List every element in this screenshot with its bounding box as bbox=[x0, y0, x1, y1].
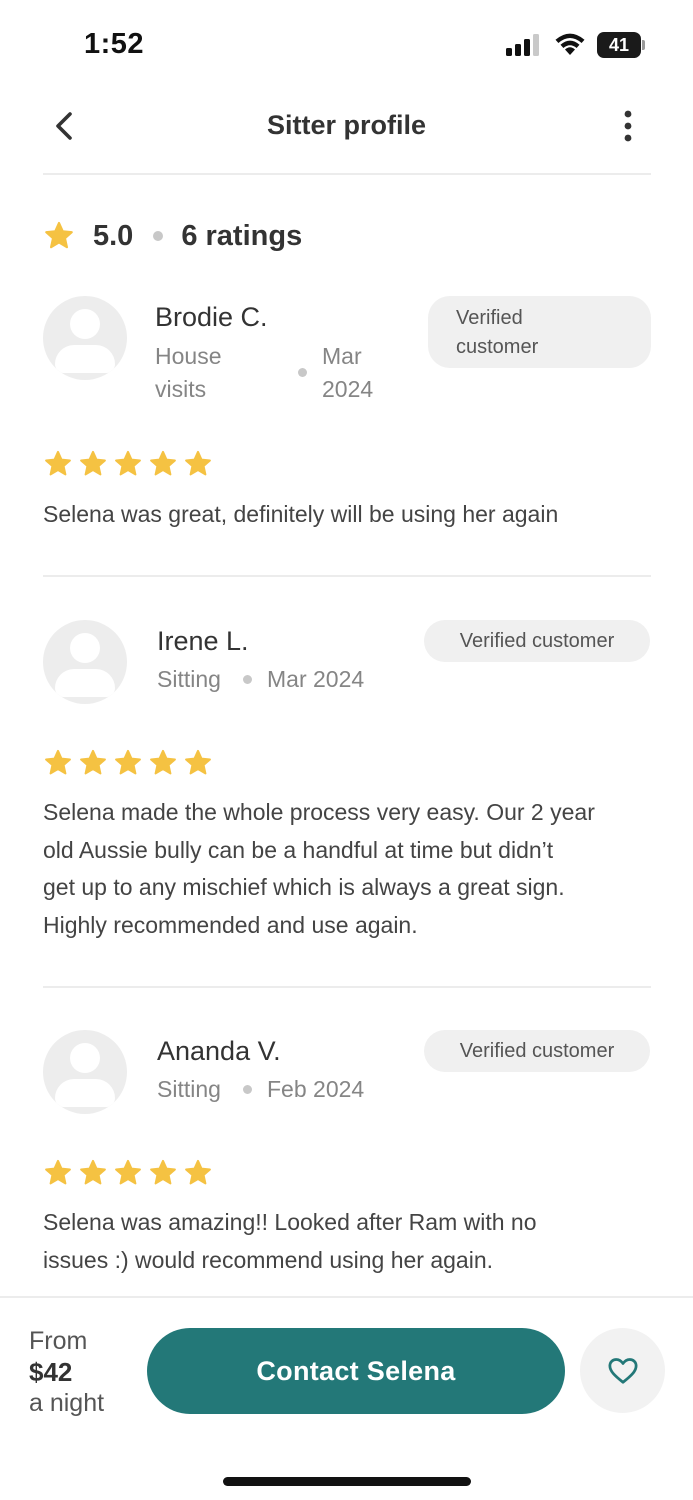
star-icon bbox=[45, 1159, 71, 1185]
review-divider bbox=[43, 575, 651, 577]
review-text-line: issues :) would recommend using her agai… bbox=[43, 1246, 494, 1273]
reviewer-name: Ananda V. bbox=[157, 1036, 281, 1066]
review-text-line: old Aussie bully can be a handful at tim… bbox=[43, 836, 554, 863]
review-text-line: Selena made the whole process very easy.… bbox=[43, 799, 595, 825]
avatar bbox=[43, 1030, 127, 1114]
star-icon bbox=[185, 749, 211, 775]
separator-dot bbox=[298, 368, 307, 377]
review-date: Mar 2024 bbox=[322, 340, 373, 406]
review-text-line: Highly recommended and use again. bbox=[43, 911, 418, 938]
price-unit: a night bbox=[29, 1389, 105, 1417]
badge-line: customer bbox=[456, 336, 539, 358]
review-service-line: visits bbox=[155, 376, 207, 402]
star-icon bbox=[150, 749, 176, 775]
review-text: Selena made the whole process very easy.… bbox=[43, 794, 651, 944]
star-icon bbox=[115, 1159, 141, 1185]
review-card: Irene L. Sitting Mar 2024 Verified custo… bbox=[43, 620, 651, 988]
review-stars bbox=[43, 450, 213, 478]
review-date: Mar 2024 bbox=[267, 666, 365, 692]
review-service-line: House bbox=[155, 343, 222, 369]
separator-dot bbox=[243, 675, 252, 684]
home-indicator[interactable] bbox=[223, 1477, 471, 1486]
heart-icon bbox=[608, 1357, 637, 1384]
review-date-line: Mar bbox=[322, 343, 362, 369]
review-text: Selena was amazing!! Looked after Ram wi… bbox=[43, 1204, 651, 1279]
price-from: From bbox=[29, 1327, 88, 1355]
header-divider bbox=[43, 173, 651, 175]
badge-line: Verified bbox=[456, 307, 523, 329]
separator-dot bbox=[153, 231, 164, 241]
star-icon bbox=[115, 450, 141, 476]
reviewer-name: Brodie C. bbox=[155, 302, 268, 332]
rating-summary: 5.0 6 ratings bbox=[43, 214, 302, 258]
review-stars bbox=[43, 1159, 213, 1187]
review-service: Sitting bbox=[157, 1076, 221, 1102]
favorite-button[interactable] bbox=[580, 1328, 665, 1413]
star-icon bbox=[80, 1159, 106, 1185]
contact-button[interactable]: Contact Selena bbox=[147, 1328, 565, 1414]
price-amount: $42 bbox=[29, 1357, 73, 1387]
rating-value: 5.0 bbox=[93, 219, 134, 252]
verified-badge: Verified customer bbox=[428, 296, 651, 368]
more-vertical-icon bbox=[624, 110, 632, 142]
review-date-line: 2024 bbox=[322, 376, 374, 402]
review-service: Sitting bbox=[157, 666, 221, 692]
star-icon bbox=[185, 1159, 211, 1185]
review-card: Brodie C. House visits Mar 2024 Verified… bbox=[43, 296, 651, 577]
review-text-line: Selena was amazing!! Looked after Ram wi… bbox=[43, 1209, 537, 1235]
verified-badge: Verified customer bbox=[424, 620, 650, 662]
cellular-signal-icon bbox=[506, 34, 542, 61]
review-stars bbox=[43, 749, 213, 777]
battery-icon: 41 bbox=[597, 32, 645, 58]
more-options-button[interactable] bbox=[610, 106, 646, 146]
status-time: 1:52 bbox=[84, 28, 145, 60]
star-icon bbox=[150, 1159, 176, 1185]
battery-level: 41 bbox=[608, 35, 630, 55]
status-bar: 1:52 41 bbox=[0, 0, 693, 92]
review-text: Selena was great, definitely will be usi… bbox=[43, 501, 559, 527]
star-icon bbox=[80, 450, 106, 476]
separator-dot bbox=[243, 1085, 252, 1094]
star-icon bbox=[115, 749, 141, 775]
avatar bbox=[43, 296, 127, 380]
bottom-action-bar: From $42 a night Contact Selena bbox=[0, 1296, 693, 1500]
wifi-icon bbox=[554, 31, 586, 62]
rating-count: 6 ratings bbox=[181, 219, 303, 252]
star-icon bbox=[80, 749, 106, 775]
star-icon bbox=[185, 450, 211, 476]
review-card: Ananda V. Sitting Feb 2024 Verified cust… bbox=[43, 1030, 651, 1290]
avatar bbox=[43, 620, 127, 704]
review-text-line: get up to any mischief which is always a… bbox=[43, 874, 565, 900]
review-divider bbox=[43, 986, 651, 988]
reviewer-name: Irene L. bbox=[157, 626, 249, 656]
header: Sitter profile bbox=[0, 92, 693, 175]
star-icon bbox=[45, 221, 73, 249]
star-icon bbox=[45, 749, 71, 775]
page-title: Sitter profile bbox=[266, 110, 427, 140]
price-block: From $42 a night bbox=[29, 1326, 104, 1419]
star-icon bbox=[150, 450, 176, 476]
review-service: House visits bbox=[155, 340, 221, 406]
star-icon bbox=[45, 450, 71, 476]
verified-badge: Verified customer bbox=[424, 1030, 650, 1072]
review-date: Feb 2024 bbox=[267, 1076, 365, 1102]
